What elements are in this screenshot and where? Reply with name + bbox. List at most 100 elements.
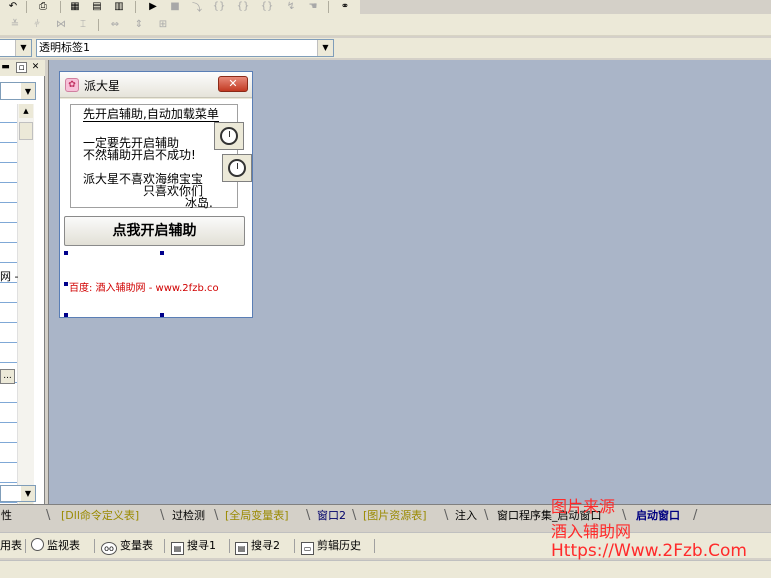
- align-top-icon[interactable]: ≚: [8, 18, 22, 30]
- center-icon[interactable]: ⊞: [156, 18, 170, 30]
- chevron-down-icon[interactable]: ▼: [21, 486, 35, 501]
- scroll-up-icon[interactable]: ▲: [19, 104, 33, 118]
- tool-variable-table[interactable]: oo 变量表: [101, 538, 153, 555]
- selection-handle[interactable]: [160, 313, 164, 317]
- timer-control[interactable]: [214, 122, 244, 150]
- tab-window-2[interactable]: 窗口2: [314, 507, 349, 525]
- close-icon[interactable]: ✕: [30, 62, 41, 73]
- step-over-icon[interactable]: {}: [212, 0, 226, 12]
- tool-search-1[interactable]: ▤ 搜寻1: [171, 538, 216, 555]
- restore-icon[interactable]: ▫: [16, 62, 27, 73]
- grid-row-line: [0, 442, 17, 443]
- same-height-icon[interactable]: ⇕: [132, 18, 146, 30]
- grid-row-line: [0, 262, 17, 263]
- undo-icon[interactable]: ↶: [6, 0, 20, 12]
- property-tab-stub[interactable]: 性: [0, 507, 15, 525]
- hand-icon[interactable]: ☚: [306, 0, 320, 12]
- form-titlebar[interactable]: ✿ 派大星 ✕: [60, 72, 252, 98]
- watermark-line: 图片来源: [551, 497, 616, 516]
- selection-handle[interactable]: [64, 313, 68, 317]
- stopwatch-icon: [220, 127, 238, 145]
- grid-row-line: [0, 142, 17, 143]
- tab-separator: \: [306, 508, 311, 523]
- source-tabs: 性 \ [Dll命令定义表] \ 过检测 \ [全局变量表] \ 窗口2 \ […: [0, 504, 771, 526]
- grid-row-line: [0, 162, 17, 163]
- grid-row-line: [0, 242, 17, 243]
- chevron-down-icon[interactable]: ▼: [15, 40, 31, 56]
- form-title: 派大星: [84, 79, 121, 93]
- chevron-down-icon[interactable]: ▼: [317, 40, 333, 56]
- design-form-window[interactable]: ✿ 派大星 ✕ 先开启辅助,自动加载菜单 一定要先开启辅助 不然辅助开启不成功!…: [59, 71, 253, 318]
- tool-clip-history[interactable]: ▭ 剪辑历史: [301, 538, 361, 555]
- find-icon[interactable]: ⎙: [36, 0, 50, 12]
- form-body[interactable]: 先开启辅助,自动加载菜单 一定要先开启辅助 不然辅助开启不成功! 派大星不喜欢海…: [60, 99, 252, 317]
- timer-control[interactable]: [222, 154, 252, 182]
- align-middle-icon[interactable]: ⫩: [30, 18, 44, 30]
- watermark-url: Https://Www.2Fzb.Com: [551, 541, 747, 561]
- minimize-icon[interactable]: ▬: [0, 62, 11, 73]
- breakpoint-icon[interactable]: {}: [260, 0, 274, 12]
- scroll-thumb[interactable]: [19, 122, 33, 140]
- tool-call-table[interactable]: 用表: [0, 538, 22, 554]
- tool-separator: [374, 539, 375, 553]
- tool-separator: [164, 539, 165, 553]
- toolbar-separator: [328, 1, 329, 13]
- tab-inject[interactable]: 注入: [452, 507, 480, 525]
- toolbar-row-2: ≚ ⫩ ⋈ ⌶ ⇔ ⇕ ⊞: [0, 14, 771, 36]
- stopwatch-icon: [228, 159, 246, 177]
- selection-handle[interactable]: [64, 251, 68, 255]
- tab-anti-detect[interactable]: 过检测: [169, 507, 208, 525]
- property-scrollbar[interactable]: ▲ ▼: [17, 104, 34, 516]
- tool-search-2[interactable]: ▤ 搜寻2: [235, 538, 280, 555]
- grid-row-line: [0, 482, 17, 483]
- status-bar: [0, 560, 771, 578]
- memo-textbox[interactable]: 先开启辅助,自动加载菜单 一定要先开启辅助 不然辅助开启不成功! 派大星不喜欢海…: [70, 104, 238, 209]
- distribute-h-icon[interactable]: ⋈: [54, 18, 68, 30]
- memo-line: 不然辅助开启不成功!: [83, 148, 196, 162]
- ellipsis-button[interactable]: ...: [0, 369, 15, 384]
- magnifier-icon: [31, 538, 44, 551]
- tab-global-variables[interactable]: [全局变量表]: [222, 507, 292, 525]
- stop-icon[interactable]: ■: [168, 0, 182, 12]
- grid-row-line: [0, 362, 17, 363]
- tab-separator: \: [484, 508, 489, 523]
- start-assist-button[interactable]: 点我开启辅助: [64, 216, 245, 246]
- close-icon[interactable]: ✕: [218, 76, 248, 92]
- tool-label: 搜寻1: [187, 539, 216, 552]
- tool-separator: [229, 539, 230, 553]
- tool-separator: [294, 539, 295, 553]
- tab-dll-commands[interactable]: [Dll命令定义表]: [58, 507, 142, 525]
- tool-label: 搜寻2: [251, 539, 280, 552]
- grid-row-line: [0, 342, 17, 343]
- tool-label: 变量表: [120, 539, 153, 552]
- same-width-icon[interactable]: ⇔: [108, 18, 122, 30]
- chevron-down-icon[interactable]: ▼: [21, 83, 35, 99]
- layout-1-icon[interactable]: ▦: [68, 0, 82, 12]
- object-combo[interactable]: ▼: [0, 39, 32, 57]
- tool-separator: [94, 539, 95, 553]
- combo-row: ▼ 透明标签1 ▼: [0, 38, 771, 58]
- toolbar-separator: [26, 1, 27, 13]
- run-icon[interactable]: ▶: [146, 0, 160, 12]
- property-bottom-combo[interactable]: ▼: [0, 485, 36, 502]
- control-combo[interactable]: 透明标签1 ▼: [36, 39, 334, 57]
- layout-3-icon[interactable]: ▥: [112, 0, 126, 12]
- step-out-icon[interactable]: {}: [236, 0, 250, 12]
- selection-handle[interactable]: [64, 282, 68, 286]
- step-into-icon[interactable]: ⤵: [190, 0, 204, 14]
- tool-watch-table[interactable]: 监视表: [31, 538, 80, 554]
- transparent-label[interactable]: 百度: 酒入辅助网 - www.2fzb.co: [69, 279, 219, 294]
- distribute-v-icon[interactable]: ⌶: [76, 18, 90, 30]
- property-grid[interactable]: [0, 104, 17, 530]
- property-row-value: 网 -: [0, 270, 19, 283]
- tab-image-resources[interactable]: [图片资源表]: [360, 507, 430, 525]
- tool-icon[interactable]: ↯: [284, 0, 298, 12]
- toolbar-separator: [135, 1, 136, 13]
- layout-2-icon[interactable]: ▤: [90, 0, 104, 12]
- binoculars-icon[interactable]: ⚭: [338, 0, 352, 12]
- tab-separator: \: [352, 508, 357, 523]
- selection-handle[interactable]: [160, 251, 164, 255]
- tool-separator: [25, 539, 26, 553]
- tab-startup-window[interactable]: 启动窗口: [633, 507, 683, 525]
- property-object-combo[interactable]: ▼: [0, 82, 36, 100]
